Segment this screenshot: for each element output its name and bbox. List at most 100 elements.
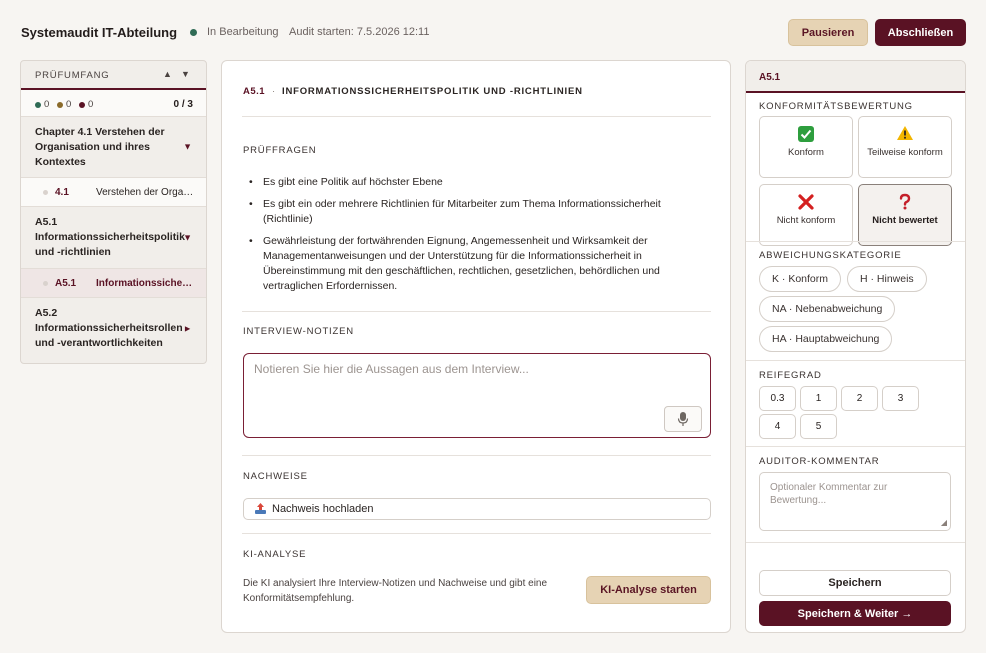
- sidebar-stats: 0 0 0 0 / 3: [21, 90, 206, 117]
- option-label: Nicht konform: [776, 215, 836, 226]
- maturity-option[interactable]: 0.3: [759, 386, 796, 411]
- pause-button[interactable]: Pausieren: [788, 19, 868, 46]
- control-detail-panel: A5.1 · INFORMATIONSSICHERHEITSPOLITIK UN…: [221, 60, 731, 633]
- nonconform-option[interactable]: Nicht konform: [759, 184, 853, 246]
- warning-icon: [859, 125, 951, 141]
- not-assessed-option[interactable]: Nicht bewertet: [858, 184, 952, 246]
- sidebar-item-4-1[interactable]: 4.1 Verstehen der Organisation und ihres…: [21, 178, 206, 207]
- question-list: Es gibt eine Politik auf höchster Ebene …: [243, 175, 693, 301]
- deviation-ha[interactable]: HA · Hauptabweichung: [759, 326, 893, 352]
- divider: [242, 311, 711, 312]
- ai-description: Die KI analysiert Ihre Interview-Notizen…: [243, 578, 548, 604]
- sort-down-icon[interactable]: ▼: [181, 69, 190, 79]
- control-code: A5.1: [243, 86, 266, 97]
- item-label: Verstehen der Organisation und ihres Kon…: [96, 187, 196, 198]
- stat-partial: 0: [57, 99, 71, 110]
- status-text: In Bearbeitung: [207, 26, 279, 38]
- ai-heading: KI-ANALYSE: [243, 549, 307, 560]
- finish-button[interactable]: Abschließen: [875, 19, 966, 46]
- maturity-option[interactable]: 4: [759, 414, 796, 439]
- option-label: Nicht bewertet: [872, 215, 938, 226]
- divider: [746, 360, 965, 361]
- comment-input[interactable]: [770, 481, 942, 521]
- deviation-k[interactable]: K · Konform: [759, 266, 842, 292]
- chapter-4-1[interactable]: Chapter 4.1 Verstehen der Organisation u…: [21, 117, 206, 178]
- top-bar: Systemaudit IT-Abteilung In Bearbeitung …: [0, 0, 986, 64]
- list-item: Gewährleistung der fortwährenden Eignung…: [243, 234, 693, 294]
- deviation-heading: ABWEICHUNGSKATEGORIE: [759, 250, 902, 261]
- start-ai-analysis-button[interactable]: KI-Analyse starten: [586, 576, 711, 604]
- chevron-right-icon: ►: [183, 323, 192, 334]
- item-label: Informationssicherheitspolitik und -rich…: [96, 278, 196, 289]
- control-title: INFORMATIONSSICHERHEITSPOLITIK UND -RICH…: [282, 86, 583, 97]
- list-item: Es gibt ein oder mehrere Richtlinien für…: [243, 197, 693, 227]
- assessment-panel: A5.1 KONFORMITÄTSBEWERTUNG Konform Teilw…: [745, 60, 966, 633]
- item-number: A5.1: [55, 278, 77, 289]
- chapter-label: Chapter 4.1 Verstehen der Organisation u…: [35, 126, 165, 168]
- question-icon: [859, 193, 951, 211]
- stat-nonconform: 0: [79, 99, 93, 110]
- divider: [746, 542, 965, 543]
- sort-up-icon[interactable]: ▲: [163, 69, 172, 79]
- divider: [242, 455, 711, 456]
- option-label: Teilweise konform: [867, 147, 943, 158]
- questions-heading: PRÜFFRAGEN: [243, 145, 317, 156]
- conform-dot-icon: [35, 101, 41, 108]
- maturity-option[interactable]: 2: [841, 386, 878, 411]
- deviation-na[interactable]: NA · Nebenabweichung: [759, 296, 896, 322]
- audit-title: Systemaudit IT-Abteilung: [21, 25, 178, 40]
- chevron-down-icon: ▼: [183, 141, 192, 152]
- assessment-header: A5.1: [746, 61, 965, 93]
- maturity-heading: REIFEGRAD: [759, 370, 822, 381]
- sidebar-item-a5-1[interactable]: A5.1 Informationssicherheitspolitik und …: [21, 269, 206, 298]
- maturity-option[interactable]: 5: [800, 414, 837, 439]
- divider: [242, 116, 711, 117]
- deviation-h[interactable]: H · Hinweis: [847, 266, 927, 292]
- maturity-option[interactable]: 1: [800, 386, 837, 411]
- audit-start-time: Audit starten: 7.5.2026 12:11: [289, 26, 430, 38]
- conform-option[interactable]: Konform: [759, 116, 853, 178]
- assessment-code: A5.1: [759, 72, 781, 83]
- upload-icon: [255, 503, 266, 514]
- chapter-label: A5.1 Informationssicherheitspolitik und …: [35, 216, 185, 258]
- resize-handle-icon[interactable]: ◢: [941, 518, 947, 527]
- cross-icon: [760, 193, 852, 211]
- microphone-button[interactable]: [664, 406, 702, 432]
- divider: [746, 446, 965, 447]
- divider: [746, 241, 965, 242]
- comment-heading: AUDITOR-KOMMENTAR: [759, 456, 880, 467]
- save-button[interactable]: Speichern: [759, 570, 951, 596]
- save-and-next-button[interactable]: Speichern & Weiter →: [759, 601, 951, 626]
- maturity-option[interactable]: 3: [882, 386, 919, 411]
- sidebar-header: PRÜFUMFANG ▲ ▼: [21, 61, 206, 90]
- upload-evidence-button[interactable]: Nachweis hochladen: [243, 498, 711, 520]
- chapter-label: A5.2 Informationssicherheitsrollen und -…: [35, 307, 183, 349]
- chevron-down-icon: ▼: [183, 232, 192, 242]
- chapter-a5-2[interactable]: A5.2 Informationssicherheitsrollen und -…: [21, 298, 206, 360]
- scope-sidebar: PRÜFUMFANG ▲ ▼ 0 0 0 0 / 3 Chapter 4.1 V…: [20, 60, 207, 364]
- status-dot-icon: [190, 29, 197, 36]
- option-label: Konform: [788, 147, 824, 158]
- nonconform-dot-icon: [79, 101, 85, 108]
- interview-notes-field[interactable]: [243, 353, 711, 438]
- check-icon: [760, 125, 852, 143]
- divider: [242, 533, 711, 534]
- upload-label: Nachweis hochladen: [272, 503, 374, 515]
- stat-conform: 0: [35, 99, 49, 110]
- partial-dot-icon: [57, 101, 63, 108]
- progress-count: 0 / 3: [173, 99, 193, 110]
- item-number: 4.1: [55, 187, 69, 198]
- evidence-heading: NACHWEISE: [243, 471, 308, 482]
- sidebar-title: PRÜFUMFANG: [35, 70, 110, 81]
- list-item: Es gibt eine Politik auf höchster Ebene: [243, 175, 693, 190]
- status-dot-icon: [43, 281, 48, 286]
- status-dot-icon: [43, 190, 48, 195]
- chapter-a5-1[interactable]: A5.1 Informationssicherheitspolitik und …: [21, 207, 206, 269]
- notes-heading: INTERVIEW-NOTIZEN: [243, 326, 354, 337]
- microphone-icon: [677, 412, 689, 426]
- partially-conform-option[interactable]: Teilweise konform: [858, 116, 952, 178]
- title-separator: ·: [272, 86, 276, 97]
- notes-input[interactable]: [254, 362, 694, 402]
- conformity-heading: KONFORMITÄTSBEWERTUNG: [759, 101, 913, 112]
- auditor-comment-field[interactable]: ◢: [759, 472, 951, 531]
